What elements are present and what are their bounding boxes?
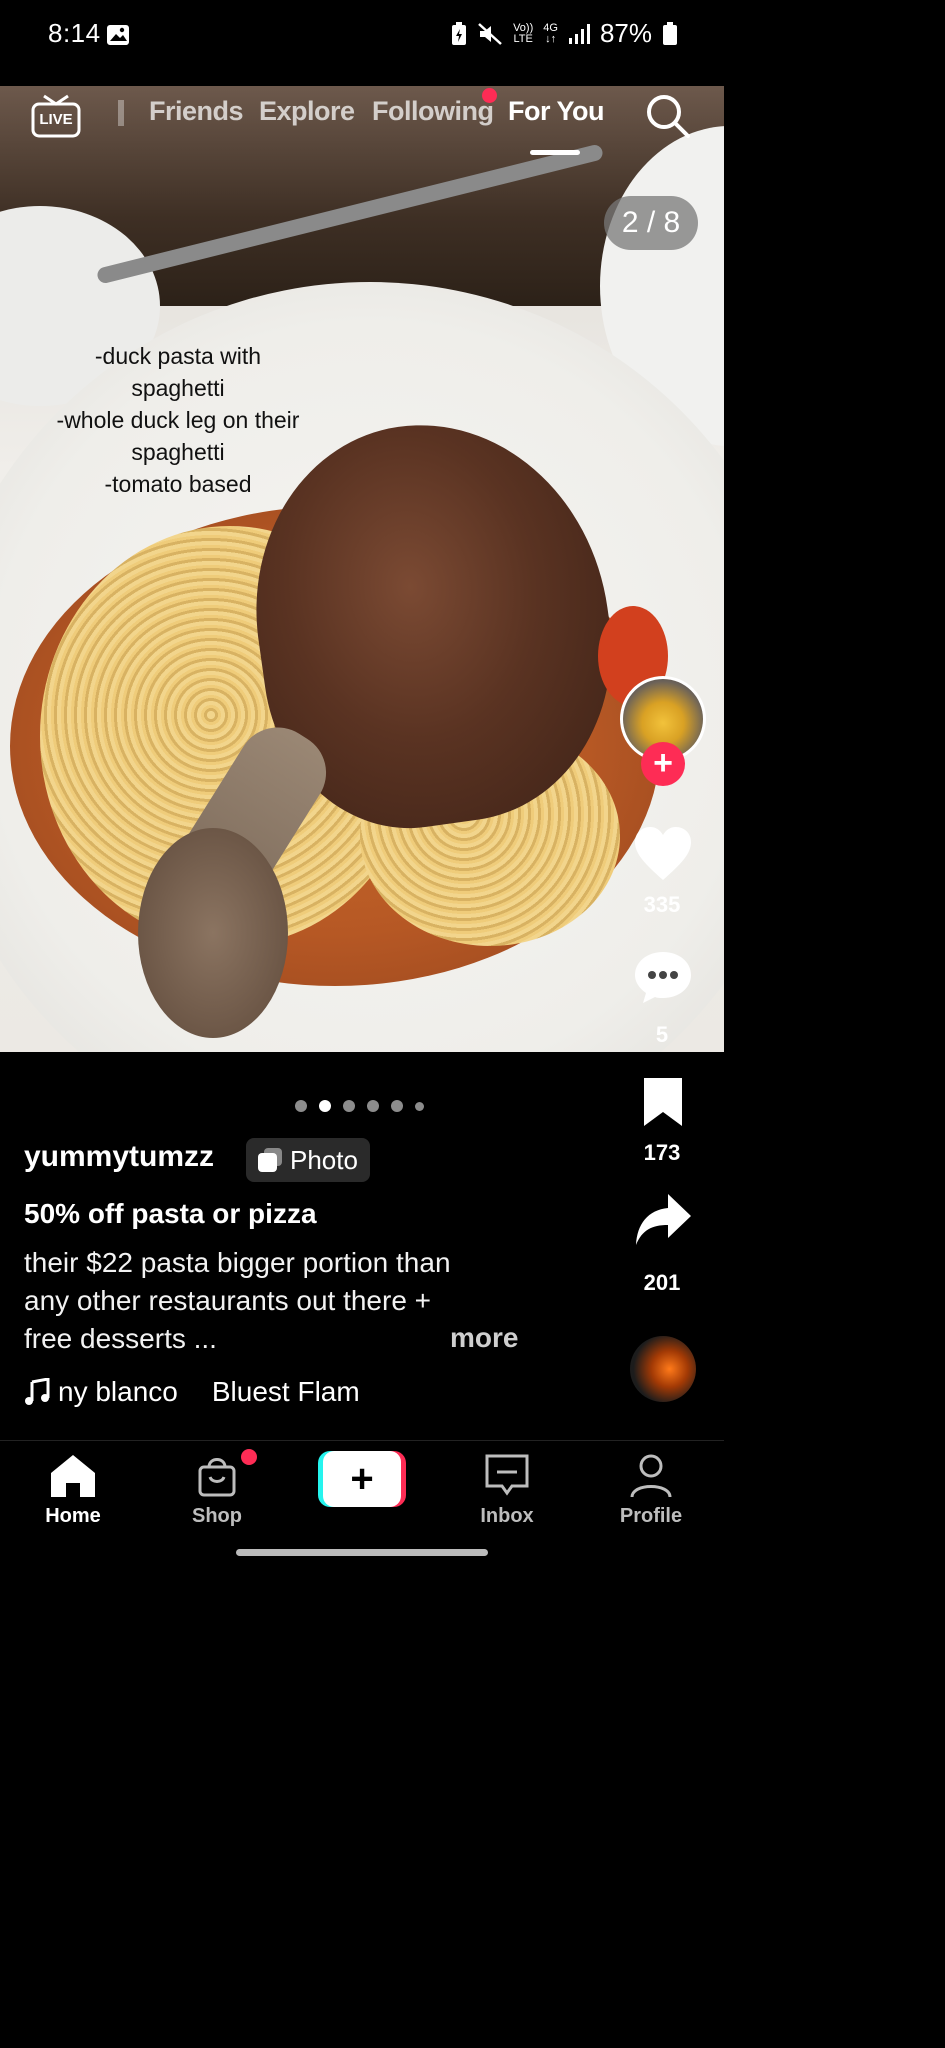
share-count: 201 bbox=[643, 1270, 681, 1295]
carousel-dots bbox=[295, 1100, 424, 1112]
search-icon[interactable] bbox=[644, 92, 692, 140]
share-icon[interactable] bbox=[634, 1192, 692, 1248]
profile-icon bbox=[630, 1454, 672, 1498]
like-count: 335 bbox=[643, 892, 681, 917]
music-note-icon bbox=[25, 1378, 50, 1405]
caption-body[interactable]: their $22 pasta bigger portion than any … bbox=[24, 1244, 524, 1358]
tab-friends[interactable]: Friends bbox=[149, 96, 244, 127]
photo-mode-icon bbox=[258, 1148, 282, 1172]
heart-icon[interactable] bbox=[633, 826, 693, 882]
carousel-dot bbox=[343, 1100, 355, 1112]
status-icons: Vo)) LTE 4G ↓↑ 87% bbox=[451, 18, 678, 49]
photo-counter: 2 / 8 bbox=[604, 196, 698, 250]
create-button[interactable]: + bbox=[318, 1451, 406, 1507]
more-link[interactable]: more bbox=[450, 1322, 518, 1354]
bookmark-icon[interactable] bbox=[640, 1076, 686, 1128]
carousel-dot bbox=[391, 1100, 403, 1112]
tab-shop[interactable]: Shop bbox=[162, 1451, 272, 1528]
live-button[interactable]: LIVE bbox=[30, 90, 82, 140]
nav-fade-divider bbox=[118, 100, 124, 126]
music-disc-icon[interactable] bbox=[630, 1336, 696, 1402]
battery-saver-icon bbox=[452, 21, 467, 45]
comment-icon[interactable] bbox=[633, 950, 693, 1004]
plus-icon: + bbox=[323, 1451, 401, 1507]
photo-badge: Photo bbox=[246, 1138, 370, 1182]
inbox-icon bbox=[485, 1454, 529, 1496]
follow-plus-icon[interactable]: + bbox=[641, 742, 685, 786]
save-count: 173 bbox=[643, 1140, 681, 1165]
music-ticker[interactable]: ny blanco Bluest Flam bbox=[24, 1376, 372, 1408]
tab-home[interactable]: Home bbox=[18, 1451, 128, 1528]
shopping-bag-icon bbox=[198, 1458, 236, 1497]
tab-inbox[interactable]: Inbox bbox=[452, 1451, 562, 1528]
carousel-dot bbox=[295, 1100, 307, 1112]
carousel-dot bbox=[415, 1101, 424, 1111]
active-tab-underline bbox=[530, 150, 580, 155]
following-notification-dot bbox=[482, 88, 497, 103]
music-title: Bluest Flam bbox=[211, 1376, 360, 1407]
photo-overlay-text: -duck pasta with spaghetti -whole duck l… bbox=[56, 343, 300, 497]
network-type-indicator: 4G ↓↑ bbox=[543, 21, 558, 45]
carousel-dot bbox=[367, 1100, 379, 1112]
battery-percent: 87% bbox=[599, 18, 652, 48]
status-time: 8:14 bbox=[48, 18, 101, 48]
tab-explore[interactable]: Explore bbox=[259, 96, 355, 127]
tab-profile[interactable]: Profile bbox=[596, 1451, 706, 1528]
signal-icon bbox=[568, 23, 590, 44]
volte-indicator: Vo)) LTE bbox=[513, 21, 534, 45]
caption-title: 50% off pasta or pizza bbox=[24, 1198, 317, 1229]
tab-following[interactable]: Following bbox=[372, 96, 494, 127]
shop-notification-dot bbox=[241, 1449, 257, 1465]
top-nav: LIVE Friends Explore Following For You bbox=[0, 86, 724, 166]
status-bar: 8:14 Vo)) LTE 4G ↓↑ 87% bbox=[0, 0, 724, 86]
mute-icon bbox=[478, 22, 502, 45]
tab-for-you[interactable]: For You bbox=[508, 96, 605, 127]
home-icon bbox=[51, 1455, 95, 1497]
battery-icon bbox=[663, 21, 677, 45]
username[interactable]: yummytumzz bbox=[24, 1140, 214, 1174]
data-arrows-icon: ↓↑ bbox=[545, 32, 557, 45]
home-indicator[interactable] bbox=[236, 1549, 488, 1556]
carousel-dot-active bbox=[319, 1100, 331, 1112]
gallery-icon bbox=[107, 25, 129, 45]
comment-count: 5 bbox=[655, 1022, 669, 1047]
music-artist: ny blanco bbox=[58, 1376, 178, 1407]
duck-knuckle bbox=[138, 828, 288, 1038]
